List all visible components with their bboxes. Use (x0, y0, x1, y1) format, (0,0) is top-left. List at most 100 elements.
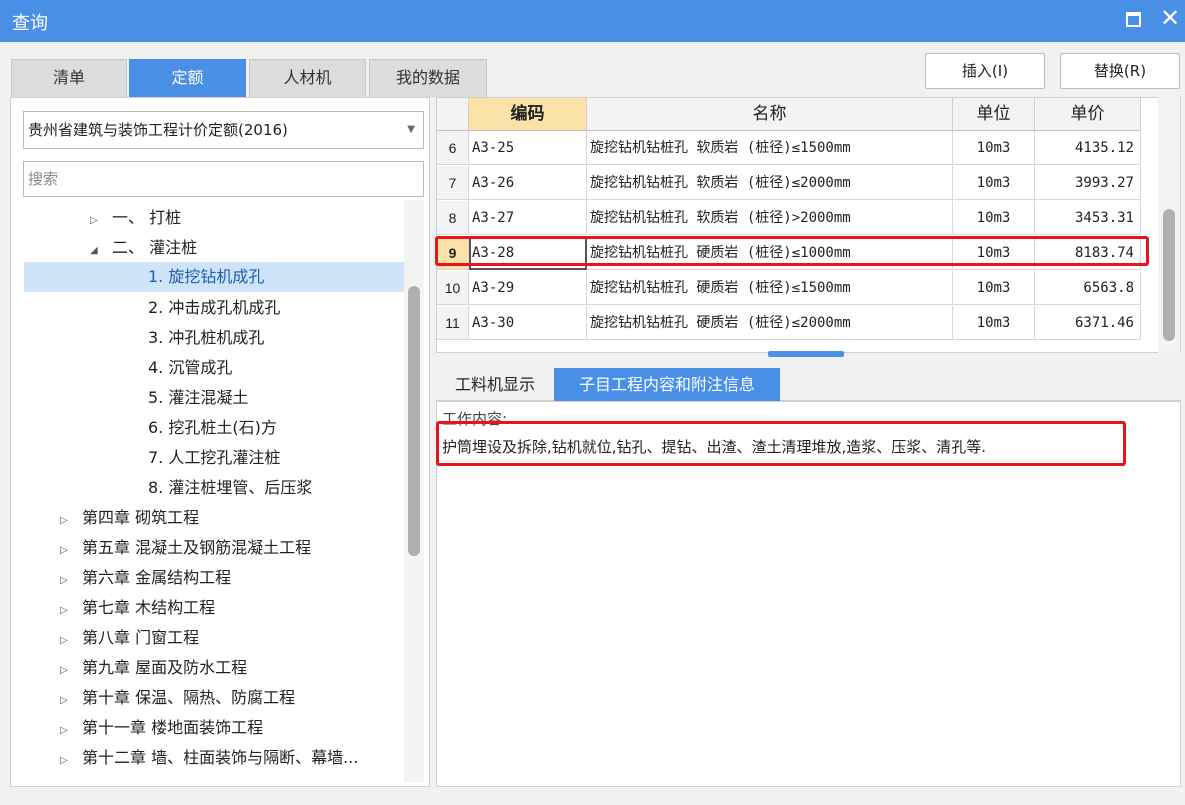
replace-button[interactable]: 替换(R) (1060, 53, 1180, 89)
tree-item[interactable]: ▷ 第四章 砌筑工程 (60, 503, 199, 533)
expanded-arrow-icon[interactable]: ◢ (90, 236, 112, 266)
cell-code[interactable]: A3-30 (469, 306, 587, 340)
tree-item-label: 7. 人工挖孔灌注桩 (148, 448, 281, 467)
collapsed-arrow-icon[interactable]: ▷ (60, 506, 82, 536)
window-title: 查询 (12, 13, 48, 34)
cell-rownum[interactable]: 10 (437, 271, 469, 305)
quota-table: 编码 名称 单位 单价 6 A3-25 旋挖钻机钻桩孔 软质岩 (桩径)≤1500m… (436, 97, 1181, 353)
tree-item-label: 第五章 混凝土及钢筋混凝土工程 (82, 538, 312, 557)
tree-item[interactable]: ▷ 第六章 金属结构工程 (60, 563, 231, 593)
tree-item-label: 一、 打桩 (112, 208, 182, 227)
cell-rownum[interactable]: 11 (437, 306, 469, 340)
tree-item-label: 1. 旋挖钻机成孔 (148, 267, 265, 286)
collapsed-arrow-icon[interactable]: ▷ (60, 656, 82, 686)
tree-item[interactable]: 4. 沉管成孔 (148, 353, 232, 383)
cell-unit[interactable]: 10m3 (953, 201, 1035, 235)
tree-item[interactable]: ▷ 第十二章 墙、柱面装饰与隔断、幕墙... (60, 743, 358, 773)
tree-scrollbar[interactable] (404, 200, 424, 782)
collapsed-arrow-icon[interactable]: ▷ (60, 596, 82, 626)
cell-rownum[interactable]: 8 (437, 201, 469, 235)
tree-item-label: 第十二章 墙、柱面装饰与隔断、幕墙... (82, 748, 359, 767)
header-code[interactable]: 编码 (469, 98, 587, 131)
cell-rownum[interactable]: 7 (437, 166, 469, 200)
close-icon[interactable]: ✕ (1160, 4, 1180, 32)
tree-item[interactable]: ▷ 第十章 保温、隔热、防腐工程 (60, 683, 295, 713)
header-rownum (437, 98, 469, 131)
tree-item-label: 5. 灌注混凝土 (148, 388, 249, 407)
tree-item[interactable]: ▷ 第八章 门窗工程 (60, 623, 199, 653)
table-scrollbar[interactable] (1158, 97, 1180, 353)
tree-scrollbar-thumb[interactable] (408, 286, 420, 556)
cell-unit[interactable]: 10m3 (953, 306, 1035, 340)
cell-rownum[interactable]: 6 (437, 131, 469, 165)
header-unit[interactable]: 单位 (953, 98, 1035, 131)
tree-item-label: 第十章 保温、隔热、防腐工程 (82, 688, 296, 707)
tree-item[interactable]: 2. 冲击成孔机成孔 (148, 293, 280, 323)
panel-splitter[interactable] (768, 351, 844, 357)
tree-item[interactable]: ▷ 一、 打桩 (90, 203, 181, 233)
tree-item-label: 8. 灌注桩埋管、后压浆 (148, 478, 313, 497)
tab-materials-display[interactable]: 工料机显示 (438, 368, 552, 401)
collapsed-arrow-icon[interactable]: ▷ (60, 746, 82, 776)
detail-tabs: 工料机显示 子目工程内容和附注信息 (436, 365, 1181, 401)
tree-item-label: 6. 挖孔桩土(石)方 (148, 418, 277, 437)
cell-unit[interactable]: 10m3 (953, 131, 1035, 165)
chevron-down-icon: ▼ (407, 124, 415, 135)
header-name[interactable]: 名称 (587, 98, 953, 131)
collapsed-arrow-icon[interactable]: ▷ (60, 566, 82, 596)
tree-item-label: 3. 冲孔桩机成孔 (148, 328, 265, 347)
tab-work-content[interactable]: 子目工程内容和附注信息 (554, 368, 780, 401)
tab-materials[interactable]: 人材机 (249, 59, 366, 97)
cell-name[interactable]: 旋挖钻机钻桩孔 软质岩 (桩径)≤2000mm (587, 166, 953, 200)
insert-button[interactable]: 插入(I) (925, 53, 1045, 89)
cell-price[interactable]: 3993.27 (1035, 166, 1141, 200)
tree-item[interactable]: ▷ 第十一章 楼地面装饰工程 (60, 713, 263, 743)
tree-item[interactable]: 3. 冲孔桩机成孔 (148, 323, 264, 353)
cell-code[interactable]: A3-26 (469, 166, 587, 200)
tree-item-label: 第七章 木结构工程 (82, 598, 216, 617)
collapsed-arrow-icon[interactable]: ▷ (90, 206, 112, 236)
tree-item-label: 2. 冲击成孔机成孔 (148, 298, 281, 317)
tree-item-label: 第四章 砌筑工程 (82, 508, 200, 527)
collapsed-arrow-icon[interactable]: ▷ (60, 536, 82, 566)
tree-item-label: 第十一章 楼地面装饰工程 (82, 718, 264, 737)
cell-name[interactable]: 旋挖钻机钻桩孔 硬质岩 (桩径)≤1500mm (587, 271, 953, 305)
cell-name[interactable]: 旋挖钻机钻桩孔 软质岩 (桩径)>2000mm (587, 201, 953, 235)
tree-item-label: 二、 灌注桩 (112, 238, 198, 257)
tree-item[interactable]: ▷ 第九章 屋面及防水工程 (60, 653, 247, 683)
tab-bill[interactable]: 清单 (11, 59, 127, 97)
cell-code[interactable]: A3-25 (469, 131, 587, 165)
tree-item-label: 4. 沉管成孔 (148, 358, 233, 377)
collapsed-arrow-icon[interactable]: ▷ (60, 716, 82, 746)
cell-code[interactable]: A3-29 (469, 271, 587, 305)
tree-item[interactable]: ▷ 第七章 木结构工程 (60, 593, 215, 623)
tree-item-label: 第八章 门窗工程 (82, 628, 200, 647)
cell-name[interactable]: 旋挖钻机钻桩孔 软质岩 (桩径)≤1500mm (587, 131, 953, 165)
cell-price[interactable]: 6371.46 (1035, 306, 1141, 340)
selected-row-highlight (435, 236, 1149, 266)
cell-price[interactable]: 3453.31 (1035, 201, 1141, 235)
tree-item[interactable]: 5. 灌注混凝土 (148, 383, 248, 413)
cell-name[interactable]: 旋挖钻机钻桩孔 硬质岩 (桩径)≤2000mm (587, 306, 953, 340)
tree-item[interactable]: ▷ 第五章 混凝土及钢筋混凝土工程 (60, 533, 311, 563)
library-select[interactable]: 贵州省建筑与装饰工程计价定额(2016) ▼ (23, 111, 424, 149)
tree-item[interactable]: 1. 旋挖钻机成孔 (148, 262, 264, 292)
maximize-icon[interactable] (1126, 12, 1141, 27)
collapsed-arrow-icon[interactable]: ▷ (60, 626, 82, 656)
search-input[interactable]: 搜索 (23, 161, 424, 197)
cell-code[interactable]: A3-27 (469, 201, 587, 235)
cell-unit[interactable]: 10m3 (953, 166, 1035, 200)
table-scrollbar-thumb[interactable] (1163, 209, 1175, 341)
tab-quota[interactable]: 定额 (129, 59, 246, 97)
tree-item[interactable]: 8. 灌注桩埋管、后压浆 (148, 473, 312, 503)
tree-item[interactable]: 7. 人工挖孔灌注桩 (148, 443, 280, 473)
cell-unit[interactable]: 10m3 (953, 271, 1035, 305)
collapsed-arrow-icon[interactable]: ▷ (60, 686, 82, 716)
tab-my-data[interactable]: 我的数据 (369, 59, 487, 97)
tree-item[interactable]: ◢ 二、 灌注桩 (90, 233, 197, 263)
cell-price[interactable]: 6563.8 (1035, 271, 1141, 305)
tree-item-label: 第六章 金属结构工程 (82, 568, 232, 587)
header-price[interactable]: 单价 (1035, 98, 1141, 131)
tree-item[interactable]: 6. 挖孔桩土(石)方 (148, 413, 277, 443)
cell-price[interactable]: 4135.12 (1035, 131, 1141, 165)
